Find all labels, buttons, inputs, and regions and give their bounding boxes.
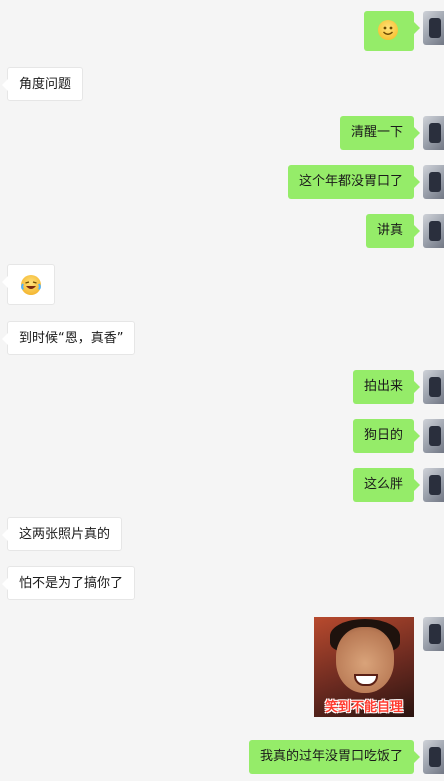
message-bubble-sent[interactable]: 清醒一下 — [339, 116, 421, 150]
message-bubble-sent[interactable]: 讲真 — [365, 214, 421, 248]
message-bubble-sent[interactable]: 这么胖 — [352, 468, 421, 502]
message-bubble-sent[interactable]: 拍出来 — [352, 370, 421, 404]
avatar[interactable] — [423, 214, 444, 248]
avatar[interactable] — [423, 419, 444, 453]
sticker-caption: 笑到不能自理 — [324, 700, 403, 715]
message-bubble-received[interactable] — [2, 264, 55, 305]
avatar[interactable] — [423, 617, 444, 651]
avatar[interactable] — [423, 116, 444, 150]
message-bubble-sent[interactable]: 我真的过年没胃口吃饭了 — [248, 740, 421, 774]
laughing-crying-icon — [21, 275, 41, 295]
avatar[interactable] — [423, 11, 444, 45]
smile-icon — [378, 20, 398, 40]
message-bubble-sent[interactable] — [364, 11, 420, 51]
message-bubble-received[interactable]: 怕不是为了搞你了 — [1, 566, 136, 600]
message-bubble-sent[interactable]: 狗日的 — [352, 419, 421, 453]
avatar[interactable] — [423, 468, 444, 502]
sticker-image[interactable]: 笑到不能自理 — [314, 617, 414, 717]
avatar[interactable] — [423, 370, 444, 404]
message-bubble-received[interactable]: 到时候“恩，真香” — [1, 321, 136, 355]
message-bubble-received[interactable]: 这两张照片真的 — [1, 517, 123, 551]
message-bubble-sent[interactable]: 这个年都没胃口了 — [287, 165, 421, 199]
message-bubble-received[interactable]: 角度问题 — [1, 67, 84, 101]
avatar[interactable] — [423, 740, 444, 774]
avatar[interactable] — [423, 165, 444, 199]
